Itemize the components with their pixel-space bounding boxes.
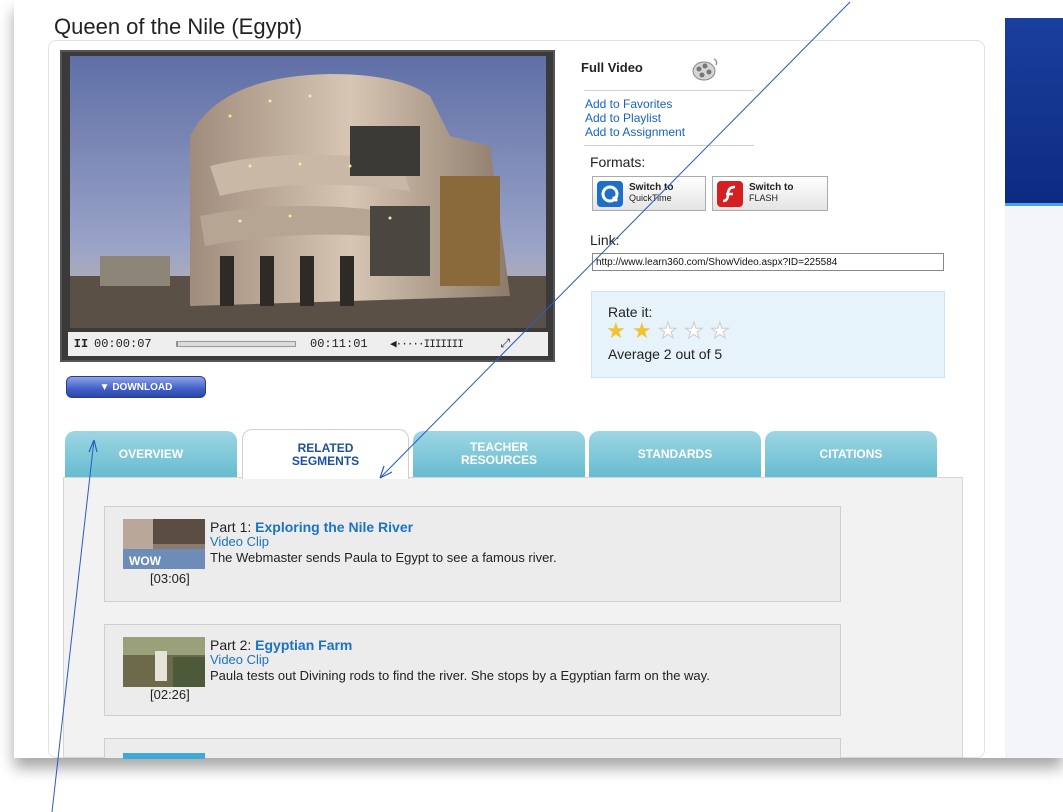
segment-duration: [03:06]	[150, 571, 190, 586]
segment-thumbnail[interactable]	[123, 753, 205, 759]
segment-title: Part 2: Egyptian Farm	[210, 637, 352, 653]
format-button-title: Switch to	[749, 182, 794, 193]
star-rating[interactable]: ★ ★ ★ ★ ★	[606, 319, 734, 342]
switch-to-flash-button[interactable]: Switch to FLASH	[712, 176, 828, 211]
film-reel-icon	[692, 58, 718, 81]
full-video-label: Full Video	[581, 60, 643, 75]
tab-label: CITATIONS	[819, 446, 883, 461]
segment-description: The Webmaster sends Paula to Egypt to se…	[210, 550, 557, 565]
tab-label: STANDARDS	[637, 446, 713, 461]
tab-standards[interactable]: STANDARDS	[589, 431, 761, 477]
tab-label: TEACHER	[469, 440, 528, 454]
tab-teacher-resources[interactable]: TEACHER RESOURCES	[413, 431, 585, 477]
format-button-sub: FLASH	[749, 193, 779, 203]
screenshot-stage: Queen of the Nile (Egypt) II 00:00:07 00…	[0, 0, 1063, 812]
tab-related-segments[interactable]: RELATED SEGMENTS	[242, 429, 409, 479]
segment-item[interactable]	[104, 738, 841, 759]
segment-title-link[interactable]: Egyptian Farm	[255, 637, 352, 653]
add-to-favorites-link[interactable]: Add to Favorites	[585, 97, 672, 111]
star-filled-icon[interactable]: ★	[606, 320, 630, 342]
flash-icon	[717, 180, 743, 207]
segment-title: Part 1: Exploring the Nile River	[210, 519, 413, 535]
segment-title-link[interactable]: Exploring the Nile River	[255, 519, 413, 535]
add-to-playlist-link[interactable]: Add to Playlist	[585, 111, 661, 125]
tab-overview[interactable]: OVERVIEW	[65, 431, 237, 477]
formats-label: Formats:	[590, 154, 646, 170]
video-player[interactable]: II 00:00:07 00:11:01 ◀·····IIIIIII ⤢	[60, 50, 555, 362]
segment-type[interactable]: Video Clip	[210, 653, 269, 666]
average-rating: Average 2 out of 5	[608, 346, 723, 362]
tab-label: RELATED	[297, 440, 354, 455]
segment-part: Part 1:	[210, 519, 252, 535]
player-controls: II 00:00:07 00:11:01 ◀·····IIIIIII ⤢	[68, 332, 548, 356]
star-empty-icon[interactable]: ★	[658, 319, 682, 342]
tab-citations[interactable]: CITATIONS	[765, 431, 937, 477]
quicktime-icon	[597, 180, 623, 207]
segment-item[interactable]: WOW Part 1: Exploring the Nile River Vid…	[104, 506, 841, 602]
header-banner	[1005, 18, 1063, 203]
divider	[584, 90, 754, 91]
right-column	[1005, 206, 1063, 758]
segment-thumbnail[interactable]	[123, 637, 205, 687]
fullscreen-icon[interactable]: ⤢	[476, 337, 516, 351]
video-still-building	[70, 56, 546, 328]
segment-item[interactable]: Part 2: Egyptian Farm Video Clip Paula t…	[104, 624, 841, 716]
progress-bar[interactable]	[176, 341, 296, 347]
format-button-sub: QuickTime	[629, 193, 672, 203]
link-label: Link:	[590, 232, 620, 248]
segment-part: Part 2:	[210, 637, 252, 653]
current-time: 00:00:07	[94, 337, 152, 351]
add-to-assignment-link[interactable]: Add to Assignment	[585, 125, 685, 139]
tab-label: RESOURCES	[460, 453, 537, 467]
video-frame[interactable]	[70, 56, 546, 328]
pause-icon[interactable]: II	[68, 337, 94, 351]
segment-type[interactable]: Video Clip	[210, 535, 269, 548]
format-button-title: Switch to	[629, 182, 674, 193]
thumbnail-logo-text: WOW	[129, 554, 162, 568]
segment-thumbnail[interactable]: WOW	[123, 519, 205, 569]
progress-fill	[177, 342, 179, 346]
star-empty-icon[interactable]: ★	[710, 319, 734, 342]
switch-to-quicktime-button[interactable]: Switch to QuickTime	[592, 176, 706, 211]
tab-label: SEGMENTS	[291, 453, 360, 468]
rating-box: Rate it: ★ ★ ★ ★ ★ Average 2 out of 5	[591, 291, 945, 378]
divider	[584, 145, 754, 146]
star-filled-icon[interactable]: ★	[632, 320, 656, 342]
star-empty-icon[interactable]: ★	[684, 319, 708, 342]
segment-duration: [02:26]	[150, 687, 190, 702]
tab-label: OVERVIEW	[118, 446, 184, 461]
video-link-field[interactable]	[592, 253, 944, 271]
total-duration: 00:11:01	[310, 337, 368, 351]
download-button[interactable]: ▼ DOWNLOAD	[66, 376, 206, 398]
page-title: Queen of the Nile (Egypt)	[54, 14, 303, 39]
segment-description: Paula tests out Divining rods to find th…	[210, 668, 710, 683]
volume-slider[interactable]: ◀·····IIIIIII	[390, 337, 476, 351]
